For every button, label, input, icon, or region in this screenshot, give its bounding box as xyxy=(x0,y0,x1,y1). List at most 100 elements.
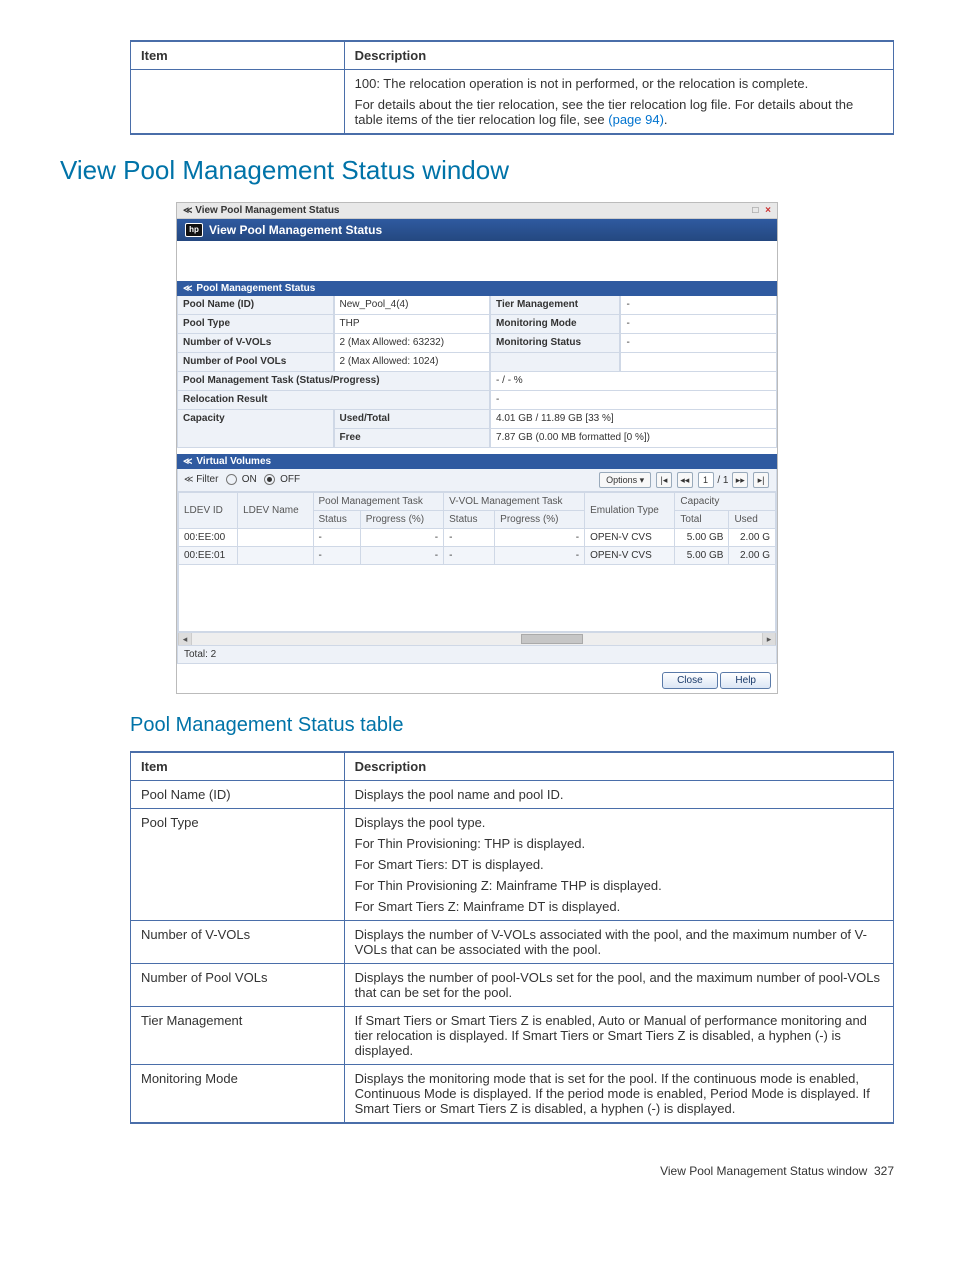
cell: 2.00 G xyxy=(729,547,776,565)
desc-line: For Thin Provisioning: THP is displayed. xyxy=(355,836,883,851)
window-controls: □ × xyxy=(748,205,771,216)
desc-cell: Displays the pool type. For Thin Provisio… xyxy=(344,809,893,921)
cell: OPEN-V CVS xyxy=(585,529,675,547)
desc-line: Displays the pool type. xyxy=(355,815,883,830)
vv-table-scroll: LDEV ID LDEV Name Pool Management Task V… xyxy=(177,492,777,633)
table-row[interactable]: 00:EE:00----OPEN-V CVS5.00 GB2.00 G xyxy=(179,529,776,547)
desc-line2: For details about the tier relocation, s… xyxy=(355,97,883,127)
empty-item-cell xyxy=(131,70,345,135)
cell: - xyxy=(444,529,495,547)
scroll-thumb[interactable] xyxy=(521,634,583,644)
desc-line: Displays the number of V-VOLs associated… xyxy=(355,927,883,957)
pool-type-value: THP xyxy=(334,315,491,334)
num-pvols-value: 2 (Max Allowed: 1024) xyxy=(334,353,491,372)
used-total-label: Used/Total xyxy=(334,410,491,429)
table-row: Monitoring ModeDisplays the monitoring m… xyxy=(131,1065,894,1124)
vv-section-bar: ≪Virtual Volumes xyxy=(177,454,777,469)
col-vmt-progress: Progress (%) xyxy=(495,511,585,529)
blank-label xyxy=(490,353,620,372)
filter-group: ≪ Filter ON OFF xyxy=(184,474,300,485)
filter-on-radio[interactable] xyxy=(226,474,237,485)
chevron-icon: ≪ xyxy=(183,283,192,294)
hp-logo-icon: hp xyxy=(185,223,203,237)
horizontal-scrollbar[interactable]: ◂ ▸ xyxy=(177,633,777,646)
pager-first-icon[interactable]: |◂ xyxy=(656,472,672,488)
button-row: Close Help xyxy=(177,664,777,693)
cell xyxy=(238,529,313,547)
page-link[interactable]: (page 94) xyxy=(608,112,664,127)
help-button[interactable]: Help xyxy=(720,672,771,689)
mon-mode-label: Monitoring Mode xyxy=(490,315,620,334)
cell: - xyxy=(313,547,360,565)
cell: 2.00 G xyxy=(729,529,776,547)
close-button[interactable]: Close xyxy=(662,672,718,689)
desc-cell: Displays the number of pool-VOLs set for… xyxy=(344,964,893,1007)
desc-line: Displays the pool name and pool ID. xyxy=(355,787,883,802)
col-desc: Description xyxy=(344,41,893,70)
pager-current-page: 1 xyxy=(698,472,714,488)
close-icon[interactable]: × xyxy=(765,205,771,216)
cell: OPEN-V CVS xyxy=(585,547,675,565)
window-titlebar: ≪ View Pool Management Status □ × xyxy=(177,203,777,219)
banner-text: View Pool Management Status xyxy=(209,223,382,237)
vv-total-row: Total: 2 xyxy=(177,646,777,664)
num-vvols-value: 2 (Max Allowed: 63232) xyxy=(334,334,491,353)
free-value: 7.87 GB (0.00 MB formatted [0 %]) xyxy=(490,429,777,448)
table-row[interactable]: 00:EE:01----OPEN-V CVS5.00 GB2.00 G xyxy=(179,547,776,565)
desc-text-end: . xyxy=(664,112,668,127)
col-emulation: Emulation Type xyxy=(585,493,675,529)
pager-prev-icon[interactable]: ◂◂ xyxy=(677,472,693,488)
options-dropdown[interactable]: Options ▾ xyxy=(599,472,651,488)
window-banner: hp View Pool Management Status xyxy=(177,219,777,241)
pager-total-pages: / 1 xyxy=(717,475,728,486)
window-title-text: ≪ View Pool Management Status xyxy=(183,205,340,216)
capacity-label: Capacity xyxy=(177,410,334,448)
desc-line: If Smart Tiers or Smart Tiers Z is enabl… xyxy=(355,1013,883,1058)
table-row: Pool Name (ID)Displays the pool name and… xyxy=(131,781,894,809)
cell xyxy=(238,547,313,565)
cell: 5.00 GB xyxy=(675,547,729,565)
pms-col-desc: Description xyxy=(344,752,893,781)
desc-cell: Displays the pool name and pool ID. xyxy=(344,781,893,809)
table-row: Pool Type Displays the pool type. For Thin… xyxy=(131,809,894,921)
maximize-icon[interactable]: □ xyxy=(752,205,758,216)
col-item: Item xyxy=(131,41,345,70)
section-heading: View Pool Management Status window xyxy=(60,155,894,186)
cell: - xyxy=(495,529,585,547)
table-row: Number of V-VOLsDisplays the number of V… xyxy=(131,921,894,964)
col-total: Total xyxy=(675,511,729,529)
tier-mgmt-label: Tier Management xyxy=(490,296,620,315)
reloc-value: - xyxy=(490,391,777,410)
filter-off-radio[interactable] xyxy=(264,474,275,485)
pager-next-icon[interactable]: ▸▸ xyxy=(732,472,748,488)
pager-last-icon[interactable]: ▸| xyxy=(753,472,769,488)
used-total-value: 4.01 GB / 11.89 GB [33 %] xyxy=(490,410,777,429)
pms-status-grid: Pool Name (ID) New_Pool_4(4) Tier Manage… xyxy=(177,296,777,448)
col-ldev-id: LDEV ID xyxy=(179,493,238,529)
scroll-left-icon[interactable]: ◂ xyxy=(178,633,192,645)
pms-table-heading: Pool Management Status table xyxy=(130,714,894,737)
footer-page-number: 327 xyxy=(874,1164,894,1178)
cell: - xyxy=(444,547,495,565)
cell: 00:EE:00 xyxy=(179,529,238,547)
pool-type-label: Pool Type xyxy=(177,315,334,334)
blank-value xyxy=(620,353,777,372)
table-row: Tier ManagementIf Smart Tiers or Smart T… xyxy=(131,1007,894,1065)
chevron-icon: ≪ xyxy=(183,456,192,467)
item-cell: Monitoring Mode xyxy=(131,1065,345,1124)
table-row: Number of Pool VOLsDisplays the number o… xyxy=(131,964,894,1007)
desc-line: For Smart Tiers: DT is displayed. xyxy=(355,857,883,872)
item-cell: Pool Type xyxy=(131,809,345,921)
desc-line: Displays the monitoring mode that is set… xyxy=(355,1071,883,1116)
cell: 5.00 GB xyxy=(675,529,729,547)
desc-cell: 100: The relocation operation is not in … xyxy=(344,70,893,135)
num-pvols-label: Number of Pool VOLs xyxy=(177,353,334,372)
col-vmt-status: Status xyxy=(444,511,495,529)
pool-name-label: Pool Name (ID) xyxy=(177,296,334,315)
desc-cell: Displays the monitoring mode that is set… xyxy=(344,1065,893,1124)
item-cell: Tier Management xyxy=(131,1007,345,1065)
scroll-right-icon[interactable]: ▸ xyxy=(762,633,776,645)
cell: - xyxy=(360,547,443,565)
pool-name-value: New_Pool_4(4) xyxy=(334,296,491,315)
filter-off-label: OFF xyxy=(280,475,300,486)
